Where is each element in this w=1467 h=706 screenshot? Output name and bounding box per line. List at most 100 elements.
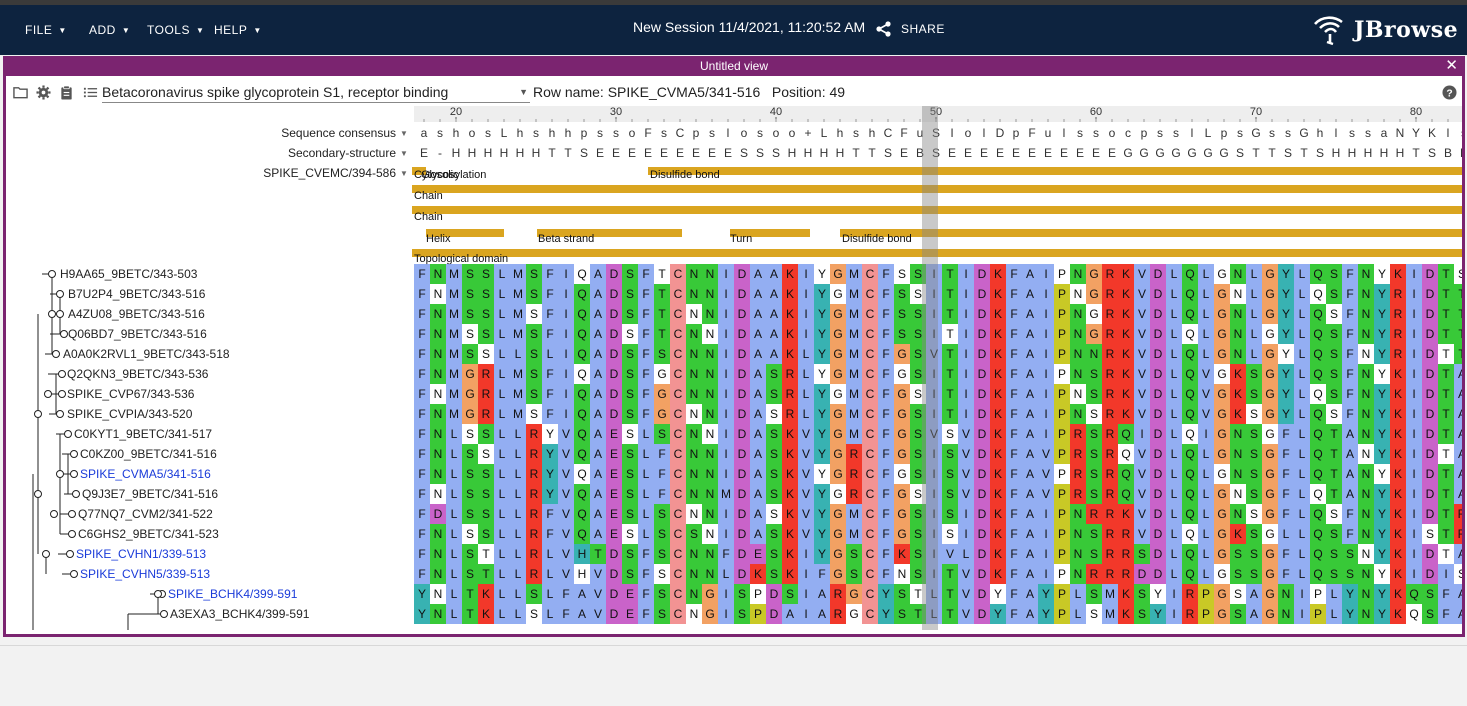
residue-letter: E — [754, 547, 762, 561]
sequence-name[interactable]: Q77NQ7_CVM2/341-522 — [78, 507, 213, 521]
header-residue: h — [549, 126, 556, 140]
residue-letter: Y — [1378, 407, 1386, 421]
sequence-name[interactable]: SPIKE_CVPIA/343-520 — [67, 407, 193, 421]
residue-letter: L — [1299, 367, 1306, 381]
tree-node[interactable] — [50, 510, 58, 518]
list-icon[interactable] — [83, 85, 98, 100]
residue-letter: G — [1265, 527, 1274, 541]
track-select[interactable]: Betacoronavirus spike glycoprotein S1, r… — [102, 81, 530, 103]
tree-node[interactable] — [70, 450, 78, 458]
tree-node[interactable] — [44, 390, 52, 398]
sequence-name[interactable]: A4ZU08_9BETC/343-516 — [68, 307, 205, 321]
sequence-name[interactable]: Q2QKN3_9BETC/343-536 — [67, 367, 209, 381]
sequence-name[interactable]: C6GHS2_9BETC/341-523 — [78, 527, 219, 541]
residue-letter: C — [866, 387, 875, 401]
sequence-name[interactable]: A0A0K2RVL1_9BETC/343-518 — [63, 347, 230, 361]
tree-node[interactable] — [70, 570, 78, 578]
sequence-name[interactable]: B7U2P4_9BETC/343-516 — [68, 287, 206, 301]
tree-node[interactable] — [42, 550, 50, 558]
sequence-name[interactable]: Q9J3E7_9BETC/341-516 — [82, 487, 218, 501]
residue-letter: M — [449, 267, 459, 281]
tree-node[interactable] — [154, 590, 162, 598]
residue-letter: N — [434, 347, 443, 361]
chevron-down-icon[interactable]: ▼ — [400, 169, 408, 178]
residue-letter: S — [658, 547, 666, 561]
tree-node[interactable] — [66, 550, 74, 558]
residue-letter: L — [1171, 367, 1178, 381]
residue-letter: A — [594, 287, 602, 301]
tree-node[interactable] — [70, 470, 78, 478]
menu-add[interactable]: ADD ▼ — [89, 5, 130, 55]
residue-letter: M — [849, 287, 859, 301]
menu-tools[interactable]: TOOLS ▼ — [147, 5, 204, 55]
tree-node[interactable] — [56, 410, 64, 418]
help-icon[interactable]: ? — [1442, 85, 1457, 100]
sequence-name[interactable]: A3EXA3_BCHK4/399-591 — [170, 607, 310, 621]
residue-letter: D — [1426, 267, 1435, 281]
residue-letter: G — [833, 327, 842, 341]
residue-letter: N — [690, 407, 699, 421]
tree-node[interactable] — [56, 310, 64, 318]
residue-letter: S — [466, 567, 474, 581]
residue-letter: G — [897, 527, 906, 541]
folder-icon[interactable] — [13, 85, 28, 100]
sequence-name[interactable]: C0KYT1_9BETC/341-517 — [74, 427, 212, 441]
residue-letter: S — [1090, 427, 1098, 441]
residue-letter: N — [1074, 307, 1083, 321]
residue-letter: D — [610, 387, 619, 401]
sequence-name[interactable]: Q06BD7_9BETC/343-516 — [68, 327, 207, 341]
clipboard-icon[interactable] — [59, 85, 74, 100]
residue-letter: C — [674, 507, 683, 521]
tree-node[interactable] — [160, 610, 168, 618]
residue-letter: N — [1362, 607, 1371, 621]
tree-node[interactable] — [68, 510, 76, 518]
tree-node[interactable] — [58, 370, 66, 378]
tree-node[interactable] — [34, 490, 42, 498]
session-title[interactable]: New Session 11/4/2021, 11:20:52 AM — [633, 19, 865, 35]
sequence-name[interactable]: SPIKE_CVHN5/339-513 — [80, 567, 210, 581]
residue-letter: A — [754, 287, 762, 301]
tree-node[interactable] — [68, 530, 76, 538]
tree-node[interactable] — [34, 410, 42, 418]
residue-letter: T — [1442, 407, 1450, 421]
sequence-name[interactable]: C0KZ00_9BETC/341-516 — [80, 447, 217, 461]
menu-file[interactable]: FILE ▼ — [25, 5, 67, 55]
gear-icon[interactable] — [36, 85, 51, 100]
view-title[interactable]: Untitled view — [700, 59, 768, 73]
tree-node[interactable] — [48, 310, 56, 318]
chevron-down-icon[interactable]: ▼ — [400, 149, 408, 158]
residue-letter: N — [1362, 447, 1371, 461]
sequence-name[interactable]: SPIKE_CVMA5/341-516 — [80, 467, 211, 481]
residue-letter: R — [1394, 307, 1403, 321]
chevron-down-icon[interactable]: ▼ — [400, 129, 408, 138]
residue-letter: P — [1058, 607, 1066, 621]
residue-letter: V — [1138, 447, 1146, 461]
sequence-name[interactable]: SPIKE_CVHN1/339-513 — [76, 547, 206, 561]
residue-letter: V — [1138, 267, 1146, 281]
tree-node[interactable] — [52, 350, 60, 358]
chevron-down-icon: ▼ — [121, 25, 131, 35]
residue-letter: T — [658, 327, 666, 341]
header-residue: o — [469, 126, 476, 140]
residue-letter: F — [882, 267, 889, 281]
residue-letter: A — [1026, 327, 1034, 341]
feature-bar[interactable] — [648, 167, 1462, 175]
sequence-name[interactable]: H9AA65_9BETC/343-503 — [60, 267, 198, 281]
close-icon[interactable]: ✕ — [1445, 56, 1458, 76]
sequence-name[interactable]: SPIKE_BCHK4/399-591 — [168, 587, 298, 601]
tree-node[interactable] — [60, 330, 68, 338]
sequence-name[interactable]: SPIKE_CVP67/343-536 — [67, 387, 195, 401]
menu-file-label: FILE — [25, 23, 53, 37]
tree-node[interactable] — [64, 430, 72, 438]
tree-node[interactable] — [56, 290, 64, 298]
tree-node[interactable] — [58, 390, 66, 398]
tree-node[interactable] — [56, 470, 64, 478]
residue-letter: R — [1122, 547, 1131, 561]
menu-help[interactable]: HELP ▼ — [214, 5, 262, 55]
residue-letter: F — [418, 367, 425, 381]
tree-node[interactable] — [48, 270, 56, 278]
share-button[interactable]: SHARE — [876, 21, 945, 37]
residue-letter: P — [1314, 607, 1322, 621]
tree-node[interactable] — [72, 490, 80, 498]
header-residue: S — [756, 146, 764, 160]
